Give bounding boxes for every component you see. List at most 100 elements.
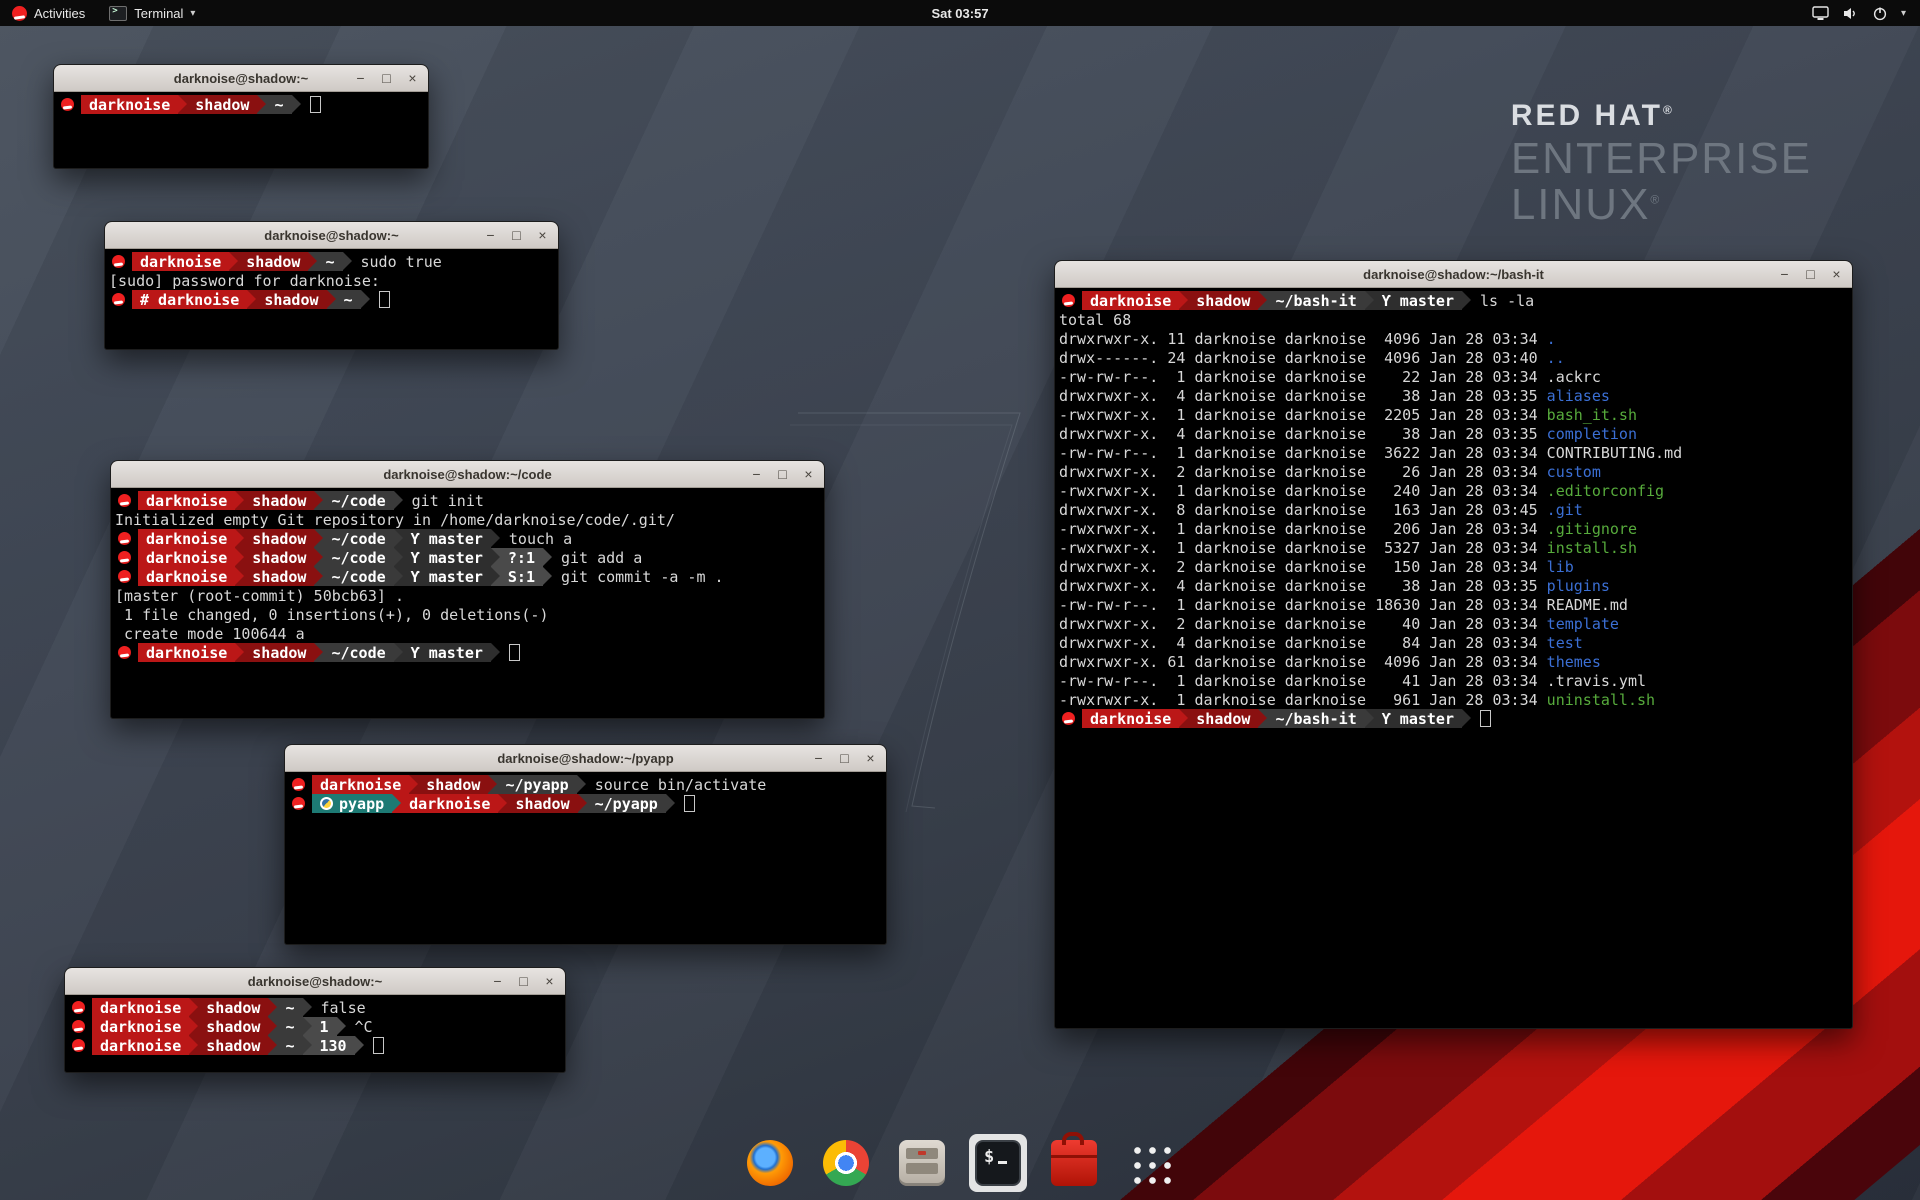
redhat-prompt-icon xyxy=(1062,294,1075,307)
window-close-button[interactable]: × xyxy=(801,467,816,481)
window-maximize-button[interactable]: □ xyxy=(379,71,394,85)
window-maximize-button[interactable]: □ xyxy=(775,467,790,481)
clock[interactable]: Sat 03:57 xyxy=(931,6,988,21)
powerline-separator-icon xyxy=(247,290,256,309)
output-text: install.sh xyxy=(1547,539,1637,557)
top-bar: Activities Terminal ▾ Sat 03:57 ▾ xyxy=(0,0,1920,26)
window-title: darknoise@shadow:~/pyapp xyxy=(497,751,673,766)
command-text: source bin/activate xyxy=(586,776,767,794)
terminal-window: darknoise@shadow:~−□×darknoiseshadow~ xyxy=(53,64,429,169)
terminal-output-line: -rw-rw-r--. 1 darknoise darknoise 22 Jan… xyxy=(1059,367,1850,386)
output-text: .editorconfig xyxy=(1547,482,1664,500)
powerline-separator-icon xyxy=(337,1017,346,1036)
window-minimize-button[interactable]: − xyxy=(490,974,505,988)
dock-item-terminal[interactable] xyxy=(969,1134,1027,1192)
dock-item-firefox[interactable] xyxy=(741,1134,799,1192)
dock xyxy=(741,1134,1179,1192)
window-minimize-button[interactable]: − xyxy=(749,467,764,481)
window-titlebar[interactable]: darknoise@shadow:~/code −□ × xyxy=(111,461,824,488)
powerline-separator-icon xyxy=(491,529,500,548)
dock-item-files[interactable] xyxy=(893,1134,951,1192)
powerline-separator-icon xyxy=(409,775,418,794)
chevron-down-icon: ▾ xyxy=(190,8,195,19)
terminal-output-line: -rwxrwxr-x. 1 darknoise darknoise 5327 J… xyxy=(1059,538,1850,557)
dock-item-apps[interactable] xyxy=(1121,1134,1179,1192)
redhat-prompt-icon xyxy=(61,98,74,111)
terminal-output-line: create mode 100644 a xyxy=(115,624,822,643)
powerline-separator-icon xyxy=(189,1036,198,1055)
window-maximize-button[interactable]: □ xyxy=(516,974,531,988)
prompt-segment-user: darknoise xyxy=(132,252,229,271)
output-text: drwxrwxr-x. 4 darknoise darknoise 84 Jan… xyxy=(1059,634,1547,652)
dock-item-toolbox[interactable] xyxy=(1045,1134,1103,1192)
terminal-output-line: drwxrwxr-x. 8 darknoise darknoise 163 Ja… xyxy=(1059,500,1850,519)
terminal-content[interactable]: darknoiseshadow~/codegit initInitialized… xyxy=(111,488,824,721)
prompt-segment-host: shadow xyxy=(244,529,314,548)
window-minimize-button[interactable]: − xyxy=(811,751,826,765)
prompt-segment-user: darknoise xyxy=(1082,709,1179,728)
window-titlebar[interactable]: darknoise@shadow:~−□× xyxy=(105,222,558,249)
window-titlebar[interactable]: darknoise@shadow:~/pyapp −□ × xyxy=(285,745,886,772)
app-menu-label: Terminal xyxy=(134,6,183,21)
prompt-segment-host: shadow xyxy=(244,548,314,567)
terminal-output-line: drwxrwxr-x. 4 darknoise darknoise 38 Jan… xyxy=(1059,386,1850,405)
window-minimize-button[interactable]: − xyxy=(1777,267,1792,281)
terminal-output-line: 1 file changed, 0 insertions(+), 0 delet… xyxy=(115,605,822,624)
terminal-content[interactable]: darknoiseshadow~falsedarknoiseshadow~1^C… xyxy=(65,995,565,1075)
powerline-separator-icon xyxy=(303,1036,312,1055)
prompt-segment-user: darknoise xyxy=(138,643,235,662)
window-titlebar[interactable]: darknoise@shadow:~−□× xyxy=(54,65,428,92)
terminal-content[interactable]: darknoiseshadow~/bash-itƳ masterls -lato… xyxy=(1055,288,1852,1031)
output-text: . xyxy=(1547,330,1556,348)
window-controls: −□ × xyxy=(353,65,420,91)
window-minimize-button[interactable]: − xyxy=(353,71,368,85)
window-maximize-button[interactable]: □ xyxy=(1803,267,1818,281)
powerline-separator-icon xyxy=(394,643,403,662)
window-maximize-button[interactable]: □ xyxy=(509,228,524,242)
redhat-prompt-icon xyxy=(118,494,131,507)
window-close-button[interactable]: × xyxy=(863,751,878,765)
terminal-cursor xyxy=(379,291,390,308)
window-close-button[interactable]: × xyxy=(405,71,420,85)
terminal-prompt-line: darknoiseshadow~/codeƳ masterS:1git comm… xyxy=(115,567,822,586)
powerline-separator-icon xyxy=(303,1017,312,1036)
command-text: ls -la xyxy=(1471,292,1534,310)
terminal-prompt-line: darknoiseshadow~ xyxy=(58,95,426,114)
command-text: touch a xyxy=(500,530,572,548)
powerline-separator-icon xyxy=(308,252,317,271)
terminal-content[interactable]: darknoiseshadow~ xyxy=(54,92,428,171)
dock-item-chrome[interactable] xyxy=(817,1134,875,1192)
terminal-output-line: -rwxrwxr-x. 1 darknoise darknoise 2205 J… xyxy=(1059,405,1850,424)
window-titlebar[interactable]: darknoise@shadow:~−□× xyxy=(65,968,565,995)
window-maximize-button[interactable]: □ xyxy=(837,751,852,765)
redhat-prompt-icon xyxy=(112,255,125,268)
window-close-button[interactable]: × xyxy=(542,974,557,988)
output-text: .. xyxy=(1547,349,1565,367)
window-title: darknoise@shadow:~/bash-it xyxy=(1363,267,1544,282)
terminal-content[interactable]: darknoiseshadow~sudo true[sudo] password… xyxy=(105,249,558,352)
terminal-content[interactable]: darknoiseshadow~/pyappsource bin/activat… xyxy=(285,772,886,947)
terminal-output-line: -rwxrwxr-x. 1 darknoise darknoise 206 Ja… xyxy=(1059,519,1850,538)
output-text: create mode 100644 a xyxy=(115,625,305,643)
window-close-button[interactable]: × xyxy=(1829,267,1844,281)
prompt-segment-stat: S:1 xyxy=(500,567,543,586)
activities-button[interactable]: Activities xyxy=(0,0,97,26)
window-titlebar[interactable]: darknoise@shadow:~/bash-it −□ × xyxy=(1055,261,1852,288)
power-icon xyxy=(1872,6,1888,21)
powerline-separator-icon xyxy=(543,548,552,567)
terminal-output-line: [master (root-commit) 50bcb63] . xyxy=(115,586,822,605)
terminal-window: darknoise@shadow:~/bash-it −□ × darknoise sh… xyxy=(1054,260,1853,1029)
app-menu-terminal[interactable]: Terminal ▾ xyxy=(97,0,207,26)
system-status-area[interactable]: ▾ xyxy=(1812,0,1920,26)
window-controls: −□ × xyxy=(749,461,816,487)
powerline-separator-icon xyxy=(327,290,336,309)
window-minimize-button[interactable]: − xyxy=(483,228,498,242)
window-title: darknoise@shadow:~/code xyxy=(383,467,551,482)
output-text: -rw-rw-r--. 1 darknoise darknoise 18630 … xyxy=(1059,596,1547,614)
powerline-separator-icon xyxy=(488,775,497,794)
output-text: [sudo] password for darknoise: xyxy=(109,272,389,290)
prompt-segment-host: shadow xyxy=(1188,709,1258,728)
output-text: drwxrwxr-x. 8 darknoise darknoise 163 Ja… xyxy=(1059,501,1547,519)
window-close-button[interactable]: × xyxy=(535,228,550,242)
output-text: Initialized empty Git repository in /hom… xyxy=(115,511,675,529)
